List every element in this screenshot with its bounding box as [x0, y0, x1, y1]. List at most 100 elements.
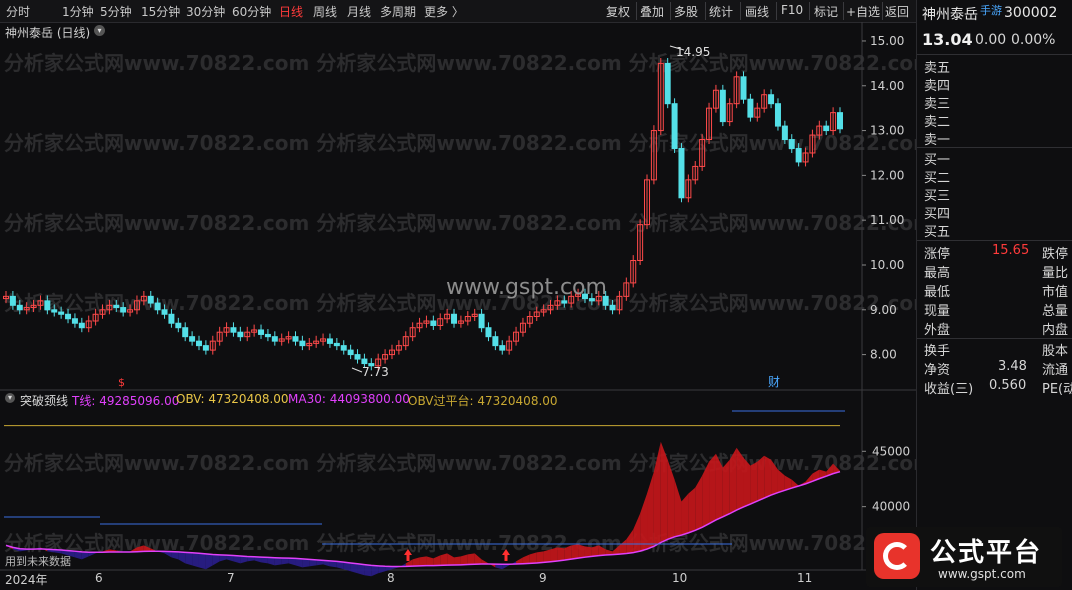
tool-add-watchlist-button[interactable]: +自选: [846, 3, 880, 20]
obv-fill-segment: [550, 547, 558, 562]
logo-url: www.gspt.com: [938, 567, 1026, 581]
candle-body: [237, 331, 244, 338]
obv-fill-segment: [688, 487, 696, 533]
price-tick-label: 10.00: [870, 258, 904, 272]
candle-body: [168, 313, 175, 324]
candle-body: [182, 327, 189, 338]
ask-level-1: 卖一: [924, 133, 951, 148]
obv-fill-segment: [433, 555, 441, 566]
obv-fill-segment: [171, 551, 179, 560]
candle-body: [326, 338, 333, 344]
price-tick-label: 8.00: [870, 348, 897, 362]
ask-level-2: 卖二: [924, 115, 951, 130]
candle-body: [9, 295, 16, 306]
obv-fill-segment: [764, 455, 772, 499]
period-fenshi[interactable]: 分时: [6, 3, 30, 20]
period-15min[interactable]: 15分钟: [141, 3, 180, 20]
obv-fill-segment: [192, 552, 199, 568]
ask-level-5: 卖五: [924, 61, 951, 76]
obv-fill-segment: [516, 557, 523, 565]
period-weekly[interactable]: 周线: [313, 3, 337, 20]
stat-label: 现量: [924, 304, 951, 319]
kline-chart[interactable]: 分析家公式网www.70822.com 分析家公式网www.70822.com …: [0, 22, 916, 590]
period-1min[interactable]: 1分钟: [62, 3, 94, 20]
quote-panel: 神州泰岳 手游 300002 13.04 0.00 0.00% 卖五 卖四 卖三…: [916, 0, 1072, 590]
price-tick-label: 13.00: [870, 124, 904, 138]
xaxis-label-month: 7: [227, 571, 235, 585]
obv-fill-segment: [695, 475, 703, 531]
tool-fuquan-button[interactable]: 复权: [606, 3, 630, 20]
net-assets-label: 净资: [924, 363, 951, 378]
obv-fill-segment: [536, 551, 544, 563]
candle-body: [740, 76, 747, 100]
toolbar-divider: [705, 2, 706, 20]
candle-body: [837, 112, 843, 130]
candle-body: [189, 336, 196, 342]
xaxis-label-month: 9: [539, 571, 547, 585]
obv-fill-segment: [454, 556, 461, 565]
low-arrow: [351, 367, 363, 373]
net-assets-value: 3.48: [998, 359, 1027, 374]
tool-draw-button[interactable]: 画线: [745, 3, 769, 20]
obv-fill-segment: [584, 546, 592, 558]
candle-body: [258, 329, 265, 335]
candle-body: [478, 313, 485, 329]
period-multi[interactable]: 多周期: [380, 3, 416, 20]
obv-fill-segment: [557, 547, 565, 561]
dividend-marker[interactable]: $: [118, 376, 125, 389]
stat-label: 外盘: [924, 323, 951, 338]
candle-body: [292, 336, 299, 342]
obv-fill-segment: [364, 564, 372, 577]
tool-overlay-button[interactable]: 叠加: [640, 3, 664, 20]
obv-fill-segment: [371, 565, 379, 577]
candle-body: [499, 345, 506, 351]
candle-body: [299, 340, 306, 347]
stat-label: 内盘: [1042, 323, 1069, 338]
candle-body: [333, 342, 340, 347]
indicator-name[interactable]: 突破颈线: [20, 392, 68, 409]
tool-f10-button[interactable]: F10: [781, 3, 803, 17]
stock-tag[interactable]: 手游: [980, 2, 1002, 18]
tool-stats-button[interactable]: 统计: [709, 3, 733, 20]
float-shares-label: 流通: [1042, 363, 1069, 378]
candle-body: [113, 304, 120, 309]
toolbar-divider: [843, 2, 844, 20]
share-capital-label: 股本: [1042, 344, 1069, 359]
price-change: 0.00: [975, 32, 1007, 48]
obv-fill-segment: [357, 563, 365, 576]
tool-multi-stock-button[interactable]: 多股: [674, 3, 698, 20]
candle-body: [609, 304, 616, 311]
candle-body: [823, 125, 830, 132]
candle-body: [120, 307, 127, 313]
bid-level-1: 买一: [924, 153, 951, 168]
obv-fill-segment: [302, 558, 310, 568]
obv-fill-segment: [647, 471, 654, 550]
price-tick-label: 11.00: [870, 213, 904, 227]
obv-fill-segment: [295, 558, 303, 568]
obv-fill-segment: [543, 549, 551, 563]
chevron-down-icon[interactable]: ▾: [94, 25, 105, 36]
obv-fill-segment: [281, 557, 289, 565]
candle-body: [788, 139, 795, 149]
tool-mark-button[interactable]: 标记: [814, 3, 838, 20]
period-monthly[interactable]: 月线: [347, 3, 371, 20]
period-5min[interactable]: 5分钟: [100, 3, 132, 20]
obv-fill-segment: [212, 554, 220, 566]
price-tick-label: 12.00: [870, 168, 904, 182]
indicator-menu-icon[interactable]: ▾: [5, 393, 15, 403]
candle-body: [195, 340, 202, 347]
obv-fill-segment: [750, 461, 758, 505]
financial-report-marker[interactable]: 财: [768, 375, 780, 389]
obv-fill-segment: [233, 555, 241, 564]
period-60min[interactable]: 60分钟: [232, 3, 271, 20]
period-30min[interactable]: 30分钟: [186, 3, 225, 20]
indicator-tick-label: 45000: [872, 444, 910, 458]
tool-back-button[interactable]: 返回: [885, 3, 909, 20]
period-more[interactable]: 更多 〉: [424, 3, 464, 20]
obv-fill-segment: [205, 553, 213, 570]
candle-body: [747, 98, 754, 118]
candle-body: [16, 304, 23, 311]
eps-value: 0.560: [989, 378, 1027, 393]
period-daily[interactable]: 日线: [279, 3, 303, 20]
candle-body: [561, 300, 568, 304]
